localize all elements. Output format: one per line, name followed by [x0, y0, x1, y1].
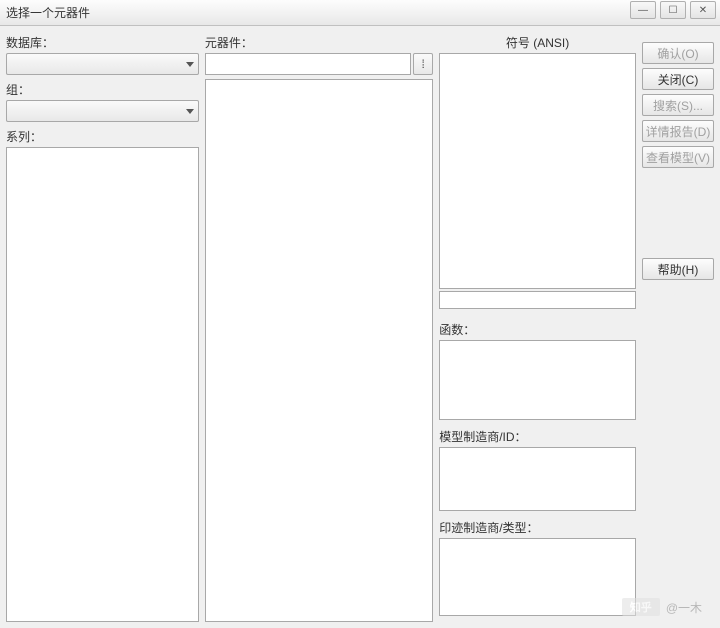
symbol-label: 符号 (ANSI) [439, 34, 636, 51]
footprint-panel [439, 538, 636, 616]
symbol-status-strip [439, 291, 636, 309]
maximize-button[interactable]: ☐ [660, 1, 686, 19]
left-column: 数据库： 组： 系列： [6, 32, 199, 622]
database-label: 数据库： [6, 34, 199, 51]
chevron-down-icon [186, 109, 194, 114]
function-label: 函数： [439, 321, 636, 338]
title-bar: 选择一个元器件 [0, 0, 720, 26]
component-label: 元器件： [205, 34, 433, 51]
ok-button[interactable]: 确认(O) [642, 42, 714, 64]
close-window-button[interactable]: ✕ [690, 1, 716, 19]
footprint-label: 印迹制造商/类型： [439, 519, 636, 536]
view-model-button[interactable]: 查看模型(V) [642, 146, 714, 168]
window-controls: — ☐ ✕ [630, 1, 716, 19]
filter-icon: ⁞ [421, 57, 424, 71]
series-label: 系列： [6, 128, 199, 145]
chevron-down-icon [186, 62, 194, 67]
function-panel [439, 340, 636, 420]
dialog-content: 数据库： 组： 系列： 元器件： ⁞ 符号 (ANSI) 函数： 模型制造商/I… [0, 26, 720, 628]
minimize-button[interactable]: — [630, 1, 656, 19]
window-title: 选择一个元器件 [6, 4, 90, 21]
component-filter-button[interactable]: ⁞ [413, 53, 433, 75]
component-input[interactable] [205, 53, 411, 75]
group-combo[interactable] [6, 100, 199, 122]
help-button[interactable]: 帮助(H) [642, 258, 714, 280]
detail-report-button[interactable]: 详情报告(D) [642, 120, 714, 142]
button-column: 确认(O) 关闭(C) 搜索(S)... 详情报告(D) 查看模型(V) 帮助(… [642, 32, 714, 622]
search-button[interactable]: 搜索(S)... [642, 94, 714, 116]
database-combo[interactable] [6, 53, 199, 75]
group-label: 组： [6, 81, 199, 98]
series-listbox[interactable] [6, 147, 199, 622]
model-maker-panel [439, 447, 636, 511]
model-maker-label: 模型制造商/ID： [439, 428, 636, 445]
right-column: 符号 (ANSI) 函数： 模型制造商/ID： 印迹制造商/类型： [439, 32, 636, 622]
middle-column: 元器件： ⁞ [205, 32, 433, 622]
symbol-preview [439, 53, 636, 289]
close-button[interactable]: 关闭(C) [642, 68, 714, 90]
component-listbox[interactable] [205, 79, 433, 622]
